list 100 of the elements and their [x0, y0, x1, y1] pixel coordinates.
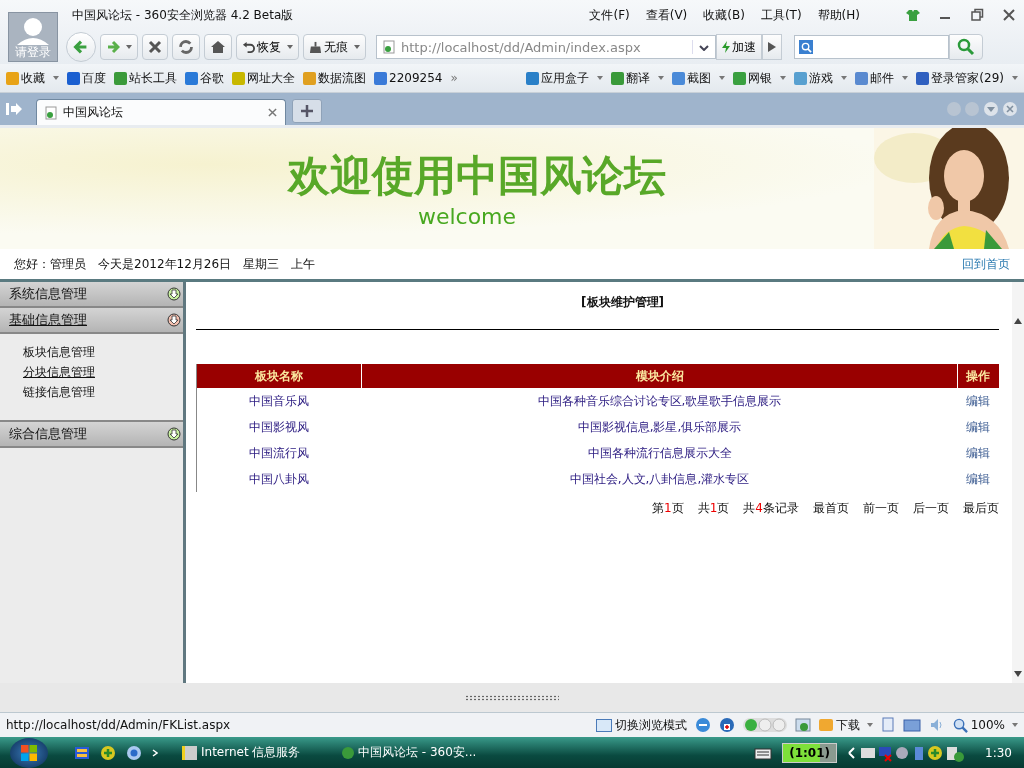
- go-button[interactable]: [762, 34, 782, 60]
- add-circle-icon[interactable]: [100, 744, 116, 761]
- board-name-link[interactable]: 中国音乐风: [249, 393, 310, 408]
- menu-item[interactable]: 工具(T): [760, 6, 802, 24]
- home-button[interactable]: [204, 34, 232, 60]
- column-header: 操作: [957, 364, 999, 388]
- scroll-down-icon[interactable]: [1014, 671, 1022, 677]
- bookmark-link[interactable]: 收藏: [21, 69, 45, 87]
- dropdown-chevron-icon[interactable]: [699, 45, 709, 51]
- menu-item[interactable]: 帮助(H): [817, 6, 860, 24]
- app-menu-button[interactable]: 截图: [687, 69, 712, 87]
- download-button[interactable]: 下载: [818, 716, 873, 734]
- toggle-lights-icon[interactable]: [742, 717, 787, 733]
- caret-icon[interactable]: [658, 76, 665, 80]
- page-icon: [383, 40, 395, 54]
- board-name-link[interactable]: 中国八卦风: [249, 471, 310, 486]
- splitter-handle-icon[interactable]: [465, 694, 559, 701]
- sidebar-group-header[interactable]: 综合信息管理: [0, 422, 183, 448]
- accelerate-button[interactable]: 加速: [716, 34, 762, 60]
- search-field[interactable]: [794, 35, 949, 59]
- bookmark-link[interactable]: 谷歌: [200, 69, 224, 87]
- taskbar-button[interactable]: 中国风论坛 - 360安...: [342, 744, 492, 761]
- board-description-link[interactable]: 中国社会,人文,八卦信息,灌水专区: [569, 471, 750, 486]
- app-icon: [916, 71, 930, 85]
- pager-link[interactable]: 前一页: [863, 500, 899, 517]
- more-bookmarks-button[interactable]: »: [450, 71, 458, 85]
- shirt-icon[interactable]: [906, 8, 920, 22]
- caret-icon[interactable]: [53, 76, 59, 80]
- bookmark-icon: [6, 71, 19, 85]
- app-icon: [611, 71, 625, 85]
- tab-controls-icon[interactable]: [946, 101, 1018, 117]
- close-icon[interactable]: [268, 108, 277, 117]
- window-icon[interactable]: [794, 717, 811, 733]
- browser-tab[interactable]: 中国风论坛: [36, 99, 286, 125]
- pager-link[interactable]: 后一页: [913, 500, 949, 517]
- pager-link[interactable]: 最首页: [813, 500, 849, 517]
- zoom-button[interactable]: 100%: [952, 717, 1018, 733]
- sidebar-item[interactable]: 链接信息管理: [23, 382, 183, 402]
- edit-link[interactable]: 编辑: [965, 445, 990, 460]
- app-icon: [672, 71, 686, 85]
- app-menu-button[interactable]: 邮件: [870, 69, 895, 87]
- bookmark-link[interactable]: 数据流图: [318, 69, 366, 87]
- app-menu-button[interactable]: 登录管家(29): [931, 69, 1004, 87]
- incognito-button[interactable]: 无痕: [303, 34, 366, 60]
- banner-subtitle: welcome: [417, 204, 517, 230]
- edit-link[interactable]: 编辑: [966, 471, 990, 486]
- caret-icon[interactable]: [902, 76, 909, 80]
- pager-link[interactable]: 最后页: [963, 500, 999, 517]
- search-button[interactable]: [949, 34, 983, 60]
- board-description-link[interactable]: 中国各种音乐综合讨论专区,歌星歌手信息展示: [537, 393, 782, 408]
- app-menu-button[interactable]: 应用盒子: [541, 69, 590, 87]
- sidebar-item[interactable]: 板块信息管理: [23, 342, 183, 362]
- server-icon: [182, 745, 197, 760]
- board-description-link[interactable]: 中国各种流行信息展示大全: [587, 445, 732, 460]
- sidebar-toggle-icon[interactable]: [6, 102, 22, 116]
- bookmark-link[interactable]: 百度: [82, 69, 106, 87]
- bookmark-link[interactable]: 网址大全: [247, 69, 295, 87]
- caret-icon[interactable]: [841, 76, 848, 80]
- board-name-link[interactable]: 中国影视风: [249, 419, 310, 434]
- chevron-icon[interactable]: [152, 748, 158, 757]
- home-link[interactable]: 回到首页: [962, 255, 1010, 273]
- first-aid-icon[interactable]: [718, 717, 735, 733]
- edit-link[interactable]: 编辑: [965, 419, 990, 434]
- refresh-button[interactable]: [172, 34, 200, 60]
- bookmark-icon: [232, 71, 245, 85]
- scroll-up-icon[interactable]: [1014, 318, 1022, 324]
- app-menu-button[interactable]: 网银: [748, 69, 773, 87]
- sidebar-group-header[interactable]: 系统信息管理: [0, 282, 183, 308]
- caret-icon[interactable]: [1012, 76, 1018, 80]
- restore-button[interactable]: 恢复: [236, 34, 299, 60]
- keyboard-icon[interactable]: [754, 745, 773, 760]
- bookmark-icon: [374, 71, 387, 85]
- search-engine-icon[interactable]: [799, 40, 813, 54]
- bookmark-link[interactable]: 2209254: [389, 71, 443, 85]
- board-description-link[interactable]: 中国影视信息,影星,俱乐部展示: [577, 419, 742, 434]
- caret-icon[interactable]: [597, 76, 604, 80]
- menu-item[interactable]: 查看(V): [645, 6, 688, 24]
- app-menu-button[interactable]: 翻译: [626, 69, 651, 87]
- sidebar-item[interactable]: 分块信息管理: [23, 362, 183, 382]
- menu-item[interactable]: 收藏(B): [703, 6, 745, 24]
- caret-icon[interactable]: [719, 76, 726, 80]
- card-icon[interactable]: [902, 717, 921, 733]
- board-name-link[interactable]: 中国流行风: [249, 445, 310, 460]
- edit-link[interactable]: 编辑: [965, 393, 990, 408]
- back-button[interactable]: [66, 32, 96, 62]
- sidebar-group-header[interactable]: 基础信息管理: [0, 308, 183, 334]
- address-field[interactable]: http://localhost/dd/Admin/index.aspx: [376, 35, 716, 59]
- menu-item[interactable]: 文件(F): [589, 6, 630, 24]
- app-menu-button[interactable]: 游戏: [809, 69, 834, 87]
- browse-mode-button[interactable]: 切换浏览模式: [595, 716, 687, 734]
- bookmark-link[interactable]: 站长工具: [129, 69, 177, 87]
- new-tab-button[interactable]: [292, 99, 322, 123]
- start-button[interactable]: [10, 737, 48, 768]
- restore-icon[interactable]: [970, 8, 984, 22]
- battery-timer[interactable]: (1:01): [782, 742, 838, 763]
- taskbar-button[interactable]: Internet 信息服务: [182, 744, 332, 761]
- scrollbar[interactable]: [1012, 282, 1024, 683]
- caret-icon[interactable]: [780, 76, 787, 80]
- close-icon[interactable]: [1002, 8, 1016, 22]
- stop-button[interactable]: [142, 34, 168, 60]
